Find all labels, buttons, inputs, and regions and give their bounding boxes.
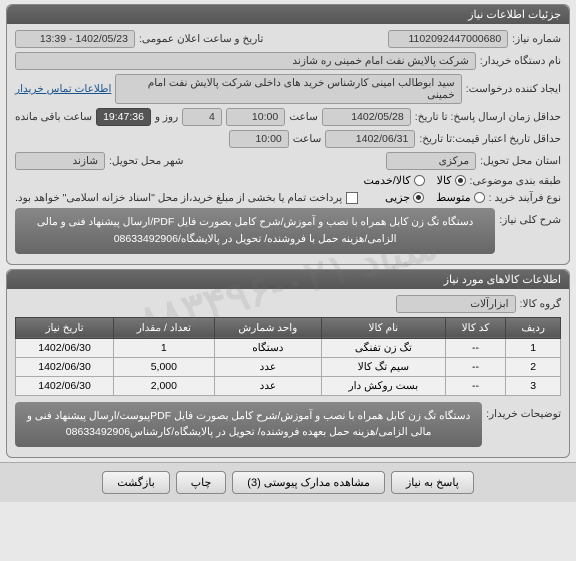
deadline-time: 10:00	[226, 108, 285, 126]
process-label: نوع فرآیند خرید :	[489, 192, 561, 204]
process-radio-group: متوسط جزیی	[385, 191, 485, 204]
table-cell: --	[445, 357, 506, 376]
province-field: مرکزی	[386, 152, 476, 170]
validity-label: حداقل تاریخ اعتبار قیمت:تا تاریخ:	[419, 133, 561, 145]
deadline-label: حداقل زمان ارسال پاسخ: تا تاریخ:	[415, 111, 561, 123]
contact-link[interactable]: اطلاعات تماس خریدار	[15, 83, 111, 95]
table-cell: سیم تگ کالا	[322, 357, 446, 376]
city-field: شازند	[15, 152, 105, 170]
button-bar: پاسخ به نیاز مشاهده مدارک پیوستی (3) چاپ…	[0, 462, 576, 502]
rooz-va-label: روز و	[155, 111, 178, 123]
col-name: نام کالا	[322, 317, 446, 338]
col-code: کد کالا	[445, 317, 506, 338]
panel2-title: اطلاعات کالاهای مورد نیاز	[7, 270, 569, 289]
table-cell: 1402/06/30	[16, 357, 114, 376]
remain-label: ساعت باقی مانده	[15, 111, 92, 123]
table-row[interactable]: 2--سیم تگ کالاعدد5,0001402/06/30	[16, 357, 561, 376]
table-cell: --	[445, 376, 506, 395]
countdown-field: 19:47:36	[96, 108, 151, 126]
table-cell: بست روکش دار	[322, 376, 446, 395]
print-button[interactable]: چاپ	[176, 471, 227, 494]
attachments-button[interactable]: مشاهده مدارک پیوستی (3)	[232, 471, 385, 494]
radio-kala-label: کالا	[437, 174, 452, 187]
panel-goods-info: اطلاعات کالاهای مورد نیاز گروه کالا: ابز…	[6, 269, 570, 459]
niaz-no-label: شماره نیاز:	[512, 33, 561, 45]
table-cell: 1	[114, 338, 215, 357]
col-qty: تعداد / مقدار	[114, 317, 215, 338]
table-cell: --	[445, 338, 506, 357]
radio-small-label: جزیی	[385, 191, 410, 204]
radio-khedmat[interactable]: کالا/خدمت	[363, 174, 424, 187]
table-cell: 3	[506, 376, 561, 395]
niaz-no-field: 1102092447000680	[388, 30, 508, 48]
validity-time: 10:00	[229, 130, 289, 148]
panel-need-details: جزئیات اطلاعات نیاز شماره نیاز: 11020924…	[6, 4, 570, 265]
radio-kala[interactable]: کالا	[437, 174, 466, 187]
back-button[interactable]: بازگشت	[102, 471, 170, 494]
table-cell: عدد	[214, 357, 321, 376]
table-cell: 2	[506, 357, 561, 376]
col-row: ردیف	[506, 317, 561, 338]
desc-box: دستگاه تگ زن کابل همراه با نصب و آموزش/ش…	[15, 208, 495, 254]
table-cell: 2,000	[114, 376, 215, 395]
city-label: شهر محل تحویل:	[109, 155, 184, 167]
validity-date: 1402/06/31	[325, 130, 415, 148]
radio-icon	[474, 192, 485, 203]
desc-label: شرح کلی نیاز:	[499, 214, 561, 226]
radio-khedmat-label: کالا/خدمت	[363, 174, 410, 187]
table-row[interactable]: 1--تگ زن تفنگیدستگاه11402/06/30	[16, 338, 561, 357]
category-radio-group: کالا کالا/خدمت	[363, 174, 465, 187]
table-cell: 5,000	[114, 357, 215, 376]
public-time-label: تاریخ و ساعت اعلان عمومی:	[139, 33, 263, 45]
table-cell: تگ زن تفنگی	[322, 338, 446, 357]
category-label: طبقه بندی موضوعی:	[470, 175, 561, 187]
group-field: ابزارآلات	[396, 295, 516, 313]
radio-icon	[455, 175, 466, 186]
goods-table: ردیف کد کالا نام کالا واحد شمارش تعداد /…	[15, 317, 561, 396]
public-time-field: 1402/05/23 - 13:39	[15, 30, 135, 48]
col-date: تاریخ نیاز	[16, 317, 114, 338]
col-unit: واحد شمارش	[214, 317, 321, 338]
saat-label-1: ساعت	[289, 111, 318, 123]
days-field: 4	[182, 108, 222, 126]
radio-icon	[413, 192, 424, 203]
province-label: استان محل تحویل:	[480, 155, 561, 167]
table-cell: 1402/06/30	[16, 376, 114, 395]
buyer-note-box: دستگاه تگ زن کابل همراه با نصب و آموزش/ش…	[15, 402, 482, 448]
creator-field: سید ابوطالب امینی کارشناس خرید های داخلی…	[115, 74, 461, 104]
payment-note: پرداخت تمام یا بخشی از مبلغ خرید،از محل …	[15, 192, 342, 204]
payment-checkbox[interactable]	[346, 192, 358, 204]
table-cell: دستگاه	[214, 338, 321, 357]
table-row[interactable]: 3--بست روکش دارعدد2,0001402/06/30	[16, 376, 561, 395]
radio-small[interactable]: جزیی	[385, 191, 424, 204]
table-cell: 1	[506, 338, 561, 357]
table-cell: 1402/06/30	[16, 338, 114, 357]
buyer-note-label: توضیحات خریدار:	[486, 408, 561, 420]
buyer-org-label: نام دستگاه خریدار:	[480, 55, 561, 67]
table-cell: عدد	[214, 376, 321, 395]
radio-icon	[414, 175, 425, 186]
creator-label: ایجاد کننده درخواست:	[466, 83, 561, 95]
radio-middle[interactable]: متوسط	[436, 191, 485, 204]
radio-middle-label: متوسط	[436, 191, 471, 204]
group-label: گروه کالا:	[520, 298, 561, 310]
reply-button[interactable]: پاسخ به نیاز	[391, 471, 474, 494]
saat-label-2: ساعت	[293, 133, 322, 145]
panel1-title: جزئیات اطلاعات نیاز	[7, 5, 569, 24]
deadline-date: 1402/05/28	[322, 108, 411, 126]
buyer-org-field: شرکت پالایش نفت امام خمینی ره شازند	[15, 52, 476, 70]
